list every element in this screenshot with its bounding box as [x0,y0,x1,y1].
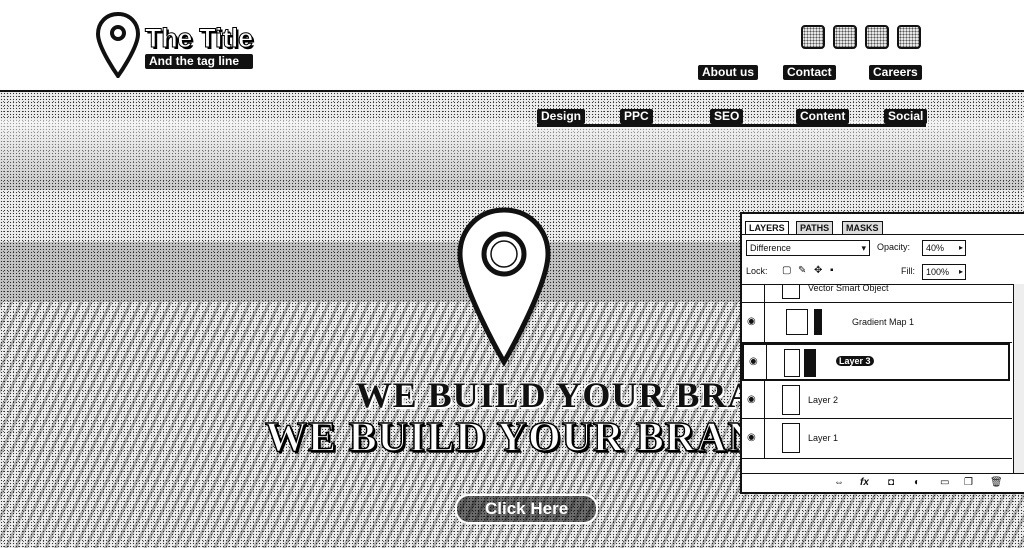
opacity-value: 40% [926,243,945,253]
hero-nav-ppc[interactable]: PPC [620,109,653,124]
chevron-right-icon: ▸ [958,243,963,252]
fill-value: 100% [926,267,950,277]
fx-icon[interactable]: fx [860,477,869,489]
social-icon-3[interactable] [865,25,889,49]
layers-panel-toolbar: ⇔ fx ◘ ◐ ▭ ❐ 🗑 [742,473,1024,492]
eye-icon[interactable]: ◉ [747,395,759,405]
lock-position-icon[interactable]: ✥ [814,266,824,276]
mask-icon[interactable]: ◘ [888,477,894,489]
hero-nav-design[interactable]: Design [537,109,586,124]
hero-nav-underline [537,124,926,127]
adjustment-thumbnail [786,309,808,335]
nav-link-contact[interactable]: Contact [783,65,836,80]
new-layer-icon[interactable]: ❐ [964,477,973,489]
lock-all-icon[interactable]: ▪ [830,266,840,276]
mask-thumbnail [804,349,816,377]
lock-label: Lock: [746,266,768,276]
row-divider [764,381,765,418]
row-divider [766,345,767,379]
fill-label: Fill: [901,266,915,276]
location-pin-icon [457,207,551,366]
opacity-field[interactable]: 40% ▸ [922,240,966,256]
eye-icon[interactable]: ◉ [747,317,759,327]
brand[interactable]: The Title And the tag line [145,23,254,69]
hero-sky [0,120,1024,190]
trash-icon[interactable]: 🗑 [990,477,1003,489]
fill-field[interactable]: 100% ▸ [922,264,966,280]
click-here-button[interactable]: Click Here [455,494,599,524]
nav-link-careers[interactable]: Careers [869,65,922,80]
layer-thumbnail [782,285,800,299]
nav-link-about-us[interactable]: About us [698,65,758,80]
panel-tabs: LAYERS PATHS MASKS [742,214,1024,235]
mask-thumbnail [814,309,822,335]
layer-name: Layer 3 [836,356,874,366]
hero-nav-content[interactable]: Content [796,109,850,124]
lock-transparency-icon[interactable]: ▢ [782,266,792,276]
eye-icon[interactable]: ◉ [747,433,759,443]
hero-nav-seo[interactable]: SEO [710,109,744,124]
hero-nav-social[interactable]: Social [884,109,928,124]
layer-row-layer-1[interactable]: ◉ Layer 1 [742,419,1012,459]
lock-pixels-icon[interactable]: ✎ [798,266,808,276]
lock-row: Lock: ▢ ✎ ✥ ▪ Fill: 100% ▸ [746,264,1022,280]
layer-row-layer-3[interactable]: ◉ Layer 3 [742,343,1010,381]
adjustment-icon[interactable]: ◐ [914,477,920,489]
blend-mode-select[interactable]: Difference ▾ [746,240,870,256]
row-divider [764,419,765,458]
site-tagline: And the tag line [145,54,253,69]
tab-paths[interactable]: PATHS [796,221,834,234]
tab-masks[interactable]: MASKS [842,221,883,234]
social-icon-4[interactable] [897,25,921,49]
layer-list: Vector Smart Object ◉ Gradient Map 1 ◉ L… [742,284,1024,477]
layer-thumbnail [784,349,800,377]
layer-name: Gradient Map 1 [852,317,915,327]
eye-icon[interactable]: ◉ [749,357,761,367]
opacity-label: Opacity: [877,242,911,252]
layer-thumbnail [782,385,800,415]
layer-thumbnail [782,423,800,453]
layer-row-layer-2[interactable]: ◉ Layer 2 [742,381,1012,419]
layer-row-gradient-map[interactable]: ◉ Gradient Map 1 [742,303,1012,343]
tab-layers[interactable]: LAYERS [745,221,789,234]
layer-name: Layer 2 [808,395,839,405]
location-pin-icon [96,12,140,78]
layer-name: Layer 1 [808,433,839,443]
chevron-right-icon: ▸ [958,267,963,276]
chevron-down-icon: ▾ [861,243,866,253]
social-icon-1[interactable] [801,25,825,49]
layer-list-scrollbar[interactable] [1013,284,1024,476]
site-title: The Title [145,23,254,53]
layer-row-vector-smart-object[interactable]: Vector Smart Object [742,284,1012,303]
social-icon-2[interactable] [833,25,857,49]
row-divider [764,285,765,302]
folder-icon[interactable]: ▭ [940,477,949,489]
blend-row: Difference ▾ Opacity: 40% ▸ [746,240,1022,256]
blend-mode-value: Difference [750,243,791,253]
site-header: The Title And the tag line About us Cont… [0,0,1024,92]
layer-name: Vector Smart Object [808,284,889,293]
row-divider [764,303,765,342]
link-icon[interactable]: ⇔ [834,477,844,489]
layers-panel: LAYERS PATHS MASKS Difference ▾ Opacity:… [740,212,1024,494]
